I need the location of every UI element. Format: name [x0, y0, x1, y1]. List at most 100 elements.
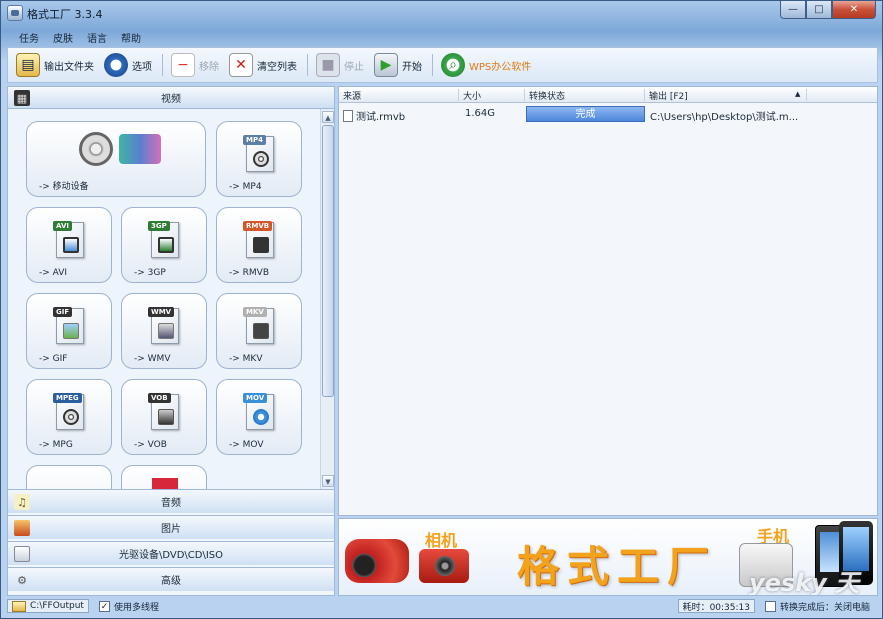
tile-vob[interactable]: VOB -> VOB	[121, 379, 207, 455]
output-folder-label: 输出文件夹	[44, 61, 94, 73]
scroll-down-arrow[interactable]: ▼	[322, 475, 334, 487]
rmvb-icon: RMVB	[243, 221, 274, 258]
tile-partial[interactable]	[26, 465, 112, 489]
status-right: 耗时：00:35:13 转换完成后：关闭电脑	[677, 599, 870, 613]
table-row[interactable]: 测试.rmvb 1.64G 完成 C:\Users\hp\Desktop\测试.…	[339, 105, 877, 123]
window-title: 格式工厂 3.3.4	[27, 8, 103, 21]
tile-mkv[interactable]: MKV -> MKV	[216, 293, 302, 369]
vertical-scrollbar[interactable]: ▲ ▼	[320, 109, 334, 489]
advanced-category[interactable]: ⚙ 高级	[8, 567, 334, 591]
multithread-label: 使用多线程	[113, 602, 159, 613]
tile-3gp[interactable]: 3GP -> 3GP	[121, 207, 207, 283]
menu-help[interactable]: 帮助	[121, 30, 141, 45]
menu-language[interactable]: 语言	[87, 30, 107, 45]
output-folder-button[interactable]: ▤ 输出文件夹	[16, 53, 94, 77]
tile-label: -> MKV	[229, 354, 263, 364]
start-icon: ▶	[374, 53, 398, 77]
optical-category[interactable]: 光驱设备\DVD\CD\ISO	[8, 541, 334, 565]
remove-icon: −	[171, 53, 195, 77]
mpg-icon: MPEG	[53, 393, 84, 430]
format-tag: WMV	[148, 307, 175, 317]
output-folder-status[interactable]: C:\FFOutput	[7, 599, 89, 613]
output-cell: C:\Users\hp\Desktop\测试.m...	[650, 112, 799, 123]
scrollbar-thumb[interactable]	[322, 125, 334, 397]
tile-rmvb[interactable]: RMVB -> RMVB	[216, 207, 302, 283]
wps-office-button[interactable]: ⌕ WPS办公软件	[441, 53, 531, 77]
window-controls: — □ ✕	[780, 1, 876, 19]
tile-label: -> MPG	[39, 440, 73, 450]
remove-button[interactable]: − 移除	[171, 53, 219, 77]
tile-gif[interactable]: GIF -> GIF	[26, 293, 112, 369]
format-tag: MPEG	[53, 393, 82, 403]
image-category[interactable]: 图片	[8, 515, 334, 539]
optical-category-label: 光驱设备\DVD\CD\ISO	[118, 550, 224, 561]
phones-icon	[119, 134, 161, 164]
menu-skin[interactable]: 皮肤	[53, 30, 73, 45]
column-source[interactable]: 来源	[339, 89, 459, 102]
stop-icon: ■	[316, 53, 340, 77]
wmv-icon: WMV	[148, 307, 179, 344]
video-format-grid: -> 移动设备 MP4 -> MP4 AVI -> AVI 3GP -> 3GP…	[8, 109, 320, 489]
mobile-device-icon	[79, 132, 113, 166]
stop-label: 停止	[344, 61, 364, 73]
app-icon[interactable]	[7, 5, 23, 21]
disc-drive-icon	[14, 546, 30, 562]
stop-button[interactable]: ■ 停止	[316, 53, 364, 77]
toolbar-separator	[162, 54, 163, 76]
clear-list-label: 清空列表	[257, 61, 297, 73]
column-status[interactable]: 转换状态	[525, 89, 645, 102]
gear-icon: ⚙	[17, 573, 27, 587]
banner-title: 格式工厂	[517, 542, 718, 591]
tile-label: -> 移动设备	[39, 182, 89, 192]
size-cell: 1.64G	[465, 108, 496, 119]
tile-label: -> WMV	[134, 354, 171, 364]
column-size[interactable]: 大小	[459, 89, 525, 102]
toolbar-separator	[307, 54, 308, 76]
sort-ascending-icon: ▲	[795, 90, 801, 98]
tile-mp4[interactable]: MP4 -> MP4	[216, 121, 302, 197]
mp4-icon: MP4	[243, 135, 274, 172]
source-text: 测试.rmvb	[356, 112, 406, 123]
elapsed-time: 耗时：00:35:13	[677, 599, 755, 613]
folder-icon: ▤	[16, 53, 40, 77]
format-tag: AVI	[53, 221, 72, 231]
tile-mov[interactable]: MOV -> MOV	[216, 379, 302, 455]
remove-label: 移除	[199, 61, 219, 73]
audio-category[interactable]: ♫ 音频	[8, 489, 334, 513]
tile-label: -> VOB	[134, 440, 167, 450]
tile-label: -> 3GP	[134, 268, 166, 278]
video-category-header[interactable]: ▦ 视频	[8, 87, 334, 109]
start-button[interactable]: ▶ 开始	[374, 53, 422, 77]
gif-icon: GIF	[53, 307, 84, 344]
format-tag: GIF	[53, 307, 73, 317]
advanced-category-label: 高级	[161, 576, 181, 587]
audio-category-label: 音频	[161, 498, 181, 509]
menu-task[interactable]: 任务	[19, 30, 39, 45]
scroll-up-arrow[interactable]: ▲	[322, 111, 334, 123]
options-button[interactable]: 选项	[104, 53, 152, 77]
close-button[interactable]: ✕	[832, 1, 876, 19]
category-panel: ▦ 视频 -> 移动设备 MP4 -> MP4 AVI -> AVI 3GP -…	[7, 86, 335, 596]
column-output[interactable]: 输出 [F2]	[645, 89, 807, 102]
promo-banner: 相机 格式工厂 手机 yesky 天极网	[338, 518, 878, 596]
picture-icon	[14, 520, 30, 536]
clear-list-button[interactable]: ✕ 清空列表	[229, 53, 297, 77]
tile-wmv[interactable]: WMV -> WMV	[121, 293, 207, 369]
tile-mpg[interactable]: MPEG -> MPG	[26, 379, 112, 455]
app-window: 格式工厂 3.3.4 — □ ✕ 任务 皮肤 语言 帮助 ▤ 输出文件夹 选项 …	[0, 0, 883, 619]
shutdown-checkbox[interactable]	[764, 600, 776, 612]
tile-mobile-device[interactable]: -> 移动设备	[26, 121, 206, 197]
format-tag: MOV	[243, 393, 268, 403]
multithread-checkbox[interactable]: ✓	[98, 600, 110, 612]
start-label: 开始	[402, 61, 422, 73]
wps-icon: ⌕	[441, 53, 465, 77]
3gp-icon: 3GP	[148, 221, 179, 258]
maximize-button[interactable]: □	[806, 1, 832, 19]
minimize-button[interactable]: —	[780, 1, 806, 19]
camera-label: 相机	[425, 531, 458, 550]
camera-icon	[419, 549, 469, 583]
tile-avi[interactable]: AVI -> AVI	[26, 207, 112, 283]
tile-partial[interactable]	[121, 465, 207, 489]
toolbar: ▤ 输出文件夹 选项 − 移除 ✕ 清空列表 ■ 停止 ▶ 开始 ⌕ WPS办公…	[7, 47, 878, 83]
tile-label: -> GIF	[39, 354, 68, 364]
